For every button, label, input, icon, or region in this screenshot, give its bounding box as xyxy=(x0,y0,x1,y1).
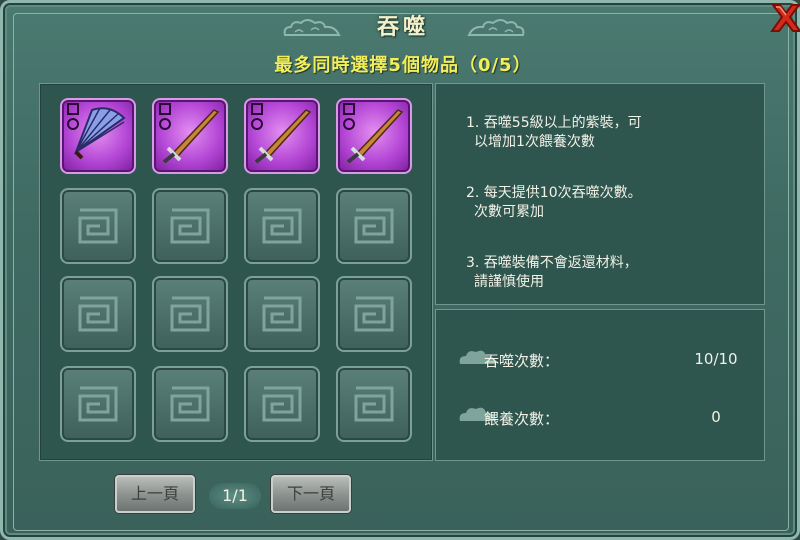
empty-slot[interactable] xyxy=(152,276,228,352)
rule-1-line-1: 1. 吞噬55級以上的紫裝，可 xyxy=(466,115,642,131)
rules-info-panel: 1. 吞噬55級以上的紫裝，可 以增加1次餵養次數 2. 每天提供10次吞噬次數… xyxy=(435,83,765,305)
fret-pattern-icon xyxy=(262,296,302,332)
sword-weapon-icon xyxy=(343,103,404,164)
page-indicator: 1/1 xyxy=(209,483,261,509)
fret-pattern-icon xyxy=(262,386,302,422)
devour-window: 吞噬 最多同時選擇5個物品（0/5） 1. 吞噬55級以上的紫裝，可 以增加1次… xyxy=(0,0,800,540)
close-button[interactable] xyxy=(767,1,800,35)
fret-pattern-icon xyxy=(354,386,394,422)
empty-slot[interactable] xyxy=(244,276,320,352)
fret-pattern-icon xyxy=(354,296,394,332)
stats-panel: 吞噬次數： 10/10 餵養次數： 0 xyxy=(435,309,765,461)
close-x-icon xyxy=(770,4,800,32)
rule-2-line-1: 2. 每天提供10次吞噬次數。 xyxy=(466,185,642,201)
fan-weapon-icon xyxy=(67,103,126,160)
devour-count-value: 10/10 xyxy=(694,350,738,368)
window-title: 吞噬 xyxy=(376,15,429,40)
rule-2-line-2: 次數可累加 xyxy=(474,204,544,220)
fret-pattern-icon xyxy=(170,296,210,332)
fret-pattern-icon xyxy=(78,208,118,244)
next-page-button[interactable]: 下一頁 xyxy=(271,475,351,513)
empty-slot[interactable] xyxy=(336,188,412,264)
fret-pattern-icon xyxy=(170,208,210,244)
sword-weapon-icon xyxy=(159,103,220,164)
empty-slot[interactable] xyxy=(244,366,320,442)
empty-slot[interactable] xyxy=(60,188,136,264)
feed-count-value: 0 xyxy=(711,408,721,426)
empty-slot[interactable] xyxy=(336,276,412,352)
item-slot-4[interactable] xyxy=(336,98,412,174)
item-slot-3[interactable] xyxy=(244,98,320,174)
rule-1-line-2: 以增加1次餵養次數 xyxy=(474,134,595,150)
item-grid-panel xyxy=(39,83,433,461)
fret-pattern-icon xyxy=(170,386,210,422)
sword-weapon-icon xyxy=(251,103,312,164)
fret-pattern-icon xyxy=(354,208,394,244)
item-slot-1[interactable] xyxy=(60,98,136,174)
prev-page-button[interactable]: 上一頁 xyxy=(115,475,195,513)
item-slot-2[interactable] xyxy=(152,98,228,174)
fret-pattern-icon xyxy=(78,296,118,332)
empty-slot[interactable] xyxy=(60,276,136,352)
rule-3-line-2: 請謹慎使用 xyxy=(474,274,544,290)
empty-slot[interactable] xyxy=(336,366,412,442)
empty-slot[interactable] xyxy=(60,366,136,442)
fret-pattern-icon xyxy=(78,386,118,422)
fret-pattern-icon xyxy=(262,208,302,244)
empty-slot[interactable] xyxy=(152,188,228,264)
feed-count-label: 餵養次數： xyxy=(484,410,560,428)
selection-count-text: 最多同時選擇5個物品（0/5） xyxy=(274,55,532,76)
devour-count-label: 吞噬次數： xyxy=(484,352,560,370)
title-bar: 吞噬 xyxy=(273,11,533,45)
rule-3-line-1: 3. 吞噬裝備不會返還材料， xyxy=(466,255,638,271)
empty-slot[interactable] xyxy=(244,188,320,264)
empty-slot[interactable] xyxy=(152,366,228,442)
